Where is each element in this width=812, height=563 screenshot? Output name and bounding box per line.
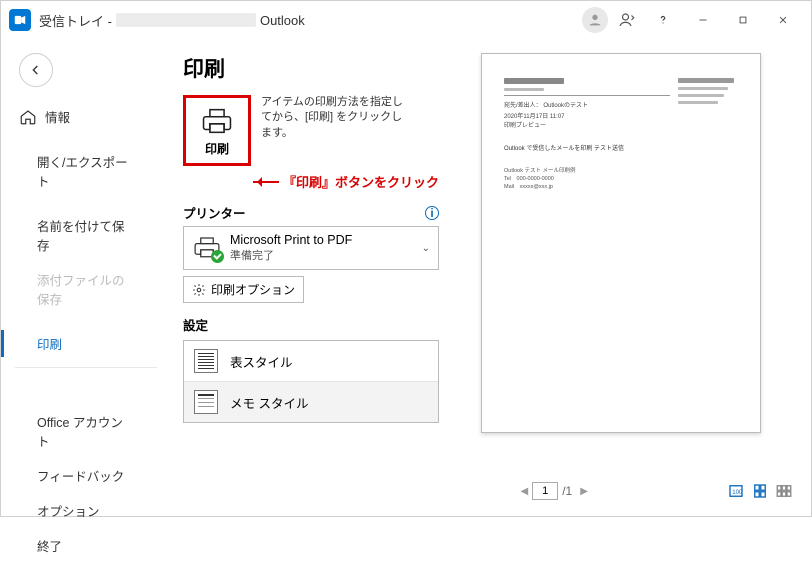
svg-text:100: 100 <box>732 490 743 496</box>
coming-soon-icon[interactable] <box>611 4 643 36</box>
sidebar-label-options: オプション <box>19 501 118 520</box>
multi-page-icon[interactable] <box>775 482 793 500</box>
maximize-button[interactable] <box>723 5 763 35</box>
sidebar-label-info: 情報 <box>45 107 70 126</box>
sidebar-item-feedback[interactable]: フィードバック <box>1 458 171 493</box>
help-button[interactable] <box>643 5 683 35</box>
preview-body2: Tel 000-0000-0000 <box>504 174 738 182</box>
sidebar-item-save-as[interactable]: 名前を付けて保存 <box>1 208 171 262</box>
printer-status: 準備完了 <box>230 247 352 263</box>
titlebar: 受信トレイ - Outlook <box>1 1 811 39</box>
settings-section-heading: 設定 <box>183 315 208 334</box>
preview-body3: Mail xxxxx@xxx.jp <box>504 182 738 190</box>
print-options-label: 印刷オプション <box>211 281 295 298</box>
sidebar-item-save-attachments: 添付ファイルの保存 <box>1 262 171 316</box>
style-label-memo: メモ スタイル <box>230 393 308 412</box>
page-title: 印刷 <box>183 53 439 83</box>
main-area: 印刷 印刷 アイテムの印刷方法を指定してから、[印刷] をクリックします。 <box>171 39 811 516</box>
sidebar-label-print: 印刷 <box>19 334 80 353</box>
backstage-sidebar: 情報 開く/エクスポート 名前を付けて保存 添付ファイルの保存 印刷 Offic… <box>1 39 171 516</box>
sidebar-item-exit[interactable]: 終了 <box>1 528 171 563</box>
style-item-table[interactable]: 表スタイル <box>184 341 438 381</box>
page-next-button[interactable]: ▶ <box>576 486 592 497</box>
page-prev-button[interactable]: ◀ <box>517 486 533 497</box>
gear-icon <box>192 283 206 297</box>
print-preview-page: 宛先/差出人： Outlookのテスト 2020年11月17日 11:07 印刷… <box>481 53 761 433</box>
printer-select[interactable]: Microsoft Print to PDF 準備完了 ⌄ <box>183 226 439 270</box>
printer-name: Microsoft Print to PDF <box>230 233 352 247</box>
account-avatar[interactable] <box>579 4 611 36</box>
chevron-down-icon: ⌄ <box>422 243 430 254</box>
home-icon <box>19 108 37 126</box>
sidebar-label-feedback: フィードバック <box>19 466 142 485</box>
annotation-text: 『印刷』ボタンをクリック <box>283 172 439 191</box>
outlook-logo-icon <box>9 9 31 31</box>
sidebar-item-open-export[interactable]: 開く/エクスポート <box>1 144 171 198</box>
page-total: /1 <box>562 484 572 498</box>
page-number-input[interactable] <box>532 482 558 500</box>
preview-from-label: 宛先/差出人： <box>504 103 542 109</box>
printer-section-heading: プリンター <box>183 203 246 222</box>
minimize-button[interactable] <box>683 5 723 35</box>
printer-icon <box>200 106 234 136</box>
window-title-inbox: 受信トレイ - <box>39 11 112 30</box>
print-options-button[interactable]: 印刷オプション <box>183 276 304 303</box>
window-title-redacted <box>116 13 256 27</box>
table-style-icon <box>194 349 218 373</box>
print-styles-list: 表スタイル メモ スタイル <box>183 340 439 423</box>
info-icon[interactable]: i <box>425 206 439 220</box>
preview-extra: 印刷プレビュー <box>504 120 670 129</box>
style-item-memo[interactable]: メモ スタイル <box>184 381 438 422</box>
preview-date: 2020年11月17日 11:07 <box>504 111 670 120</box>
memo-style-icon <box>194 390 218 414</box>
sidebar-item-office-account[interactable]: Office アカウント <box>1 404 171 458</box>
print-preview-column: 宛先/差出人： Outlookのテスト 2020年11月17日 11:07 印刷… <box>445 49 801 506</box>
sidebar-label-open-export: 開く/エクスポート <box>19 152 153 190</box>
sidebar-item-print[interactable]: 印刷 <box>1 326 171 361</box>
print-button-label: 印刷 <box>205 140 229 157</box>
preview-body1: Outlook テスト メール印刷例 <box>504 166 738 174</box>
print-settings-column: 印刷 印刷 アイテムの印刷方法を指定してから、[印刷] をクリックします。 <box>171 49 445 506</box>
print-button[interactable]: 印刷 <box>183 95 251 166</box>
sidebar-label-exit: 終了 <box>19 536 80 555</box>
close-button[interactable] <box>763 5 803 35</box>
back-button[interactable] <box>19 53 53 87</box>
preview-from-value: Outlookのテスト <box>543 103 588 109</box>
check-icon <box>211 250 224 263</box>
sidebar-divider <box>15 367 157 368</box>
sidebar-item-options[interactable]: オプション <box>1 493 171 528</box>
sidebar-item-info[interactable]: 情報 <box>1 99 171 134</box>
sidebar-label-save-attachments: 添付ファイルの保存 <box>19 270 153 308</box>
style-label-table: 表スタイル <box>230 352 293 371</box>
arrow-icon <box>253 181 279 183</box>
actual-size-icon[interactable]: 100 <box>727 482 745 500</box>
printer-status-icon <box>192 235 222 261</box>
one-page-icon[interactable] <box>751 482 769 500</box>
print-description: アイテムの印刷方法を指定してから、[印刷] をクリックします。 <box>261 95 411 141</box>
sidebar-label-save-as: 名前を付けて保存 <box>19 216 153 254</box>
sidebar-label-office-account: Office アカウント <box>19 412 153 450</box>
annotation-callout: 『印刷』ボタンをクリック <box>253 172 439 191</box>
preview-footer: ◀ /1 ▶ 100 <box>449 476 793 500</box>
app-window: 受信トレイ - Outlook 情報 <box>0 0 812 517</box>
window-title-app: Outlook <box>260 13 305 28</box>
preview-subject: Outlook で受信したメールを印刷 テスト送信 <box>504 143 738 152</box>
